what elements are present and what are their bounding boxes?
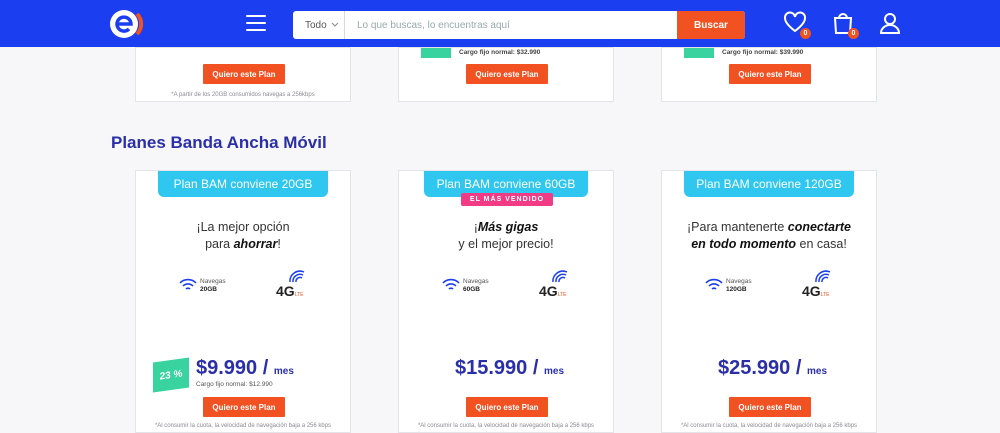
top-plan-card-3: Cargo fijo normal: $39.990 Quiero este P…: [661, 47, 877, 102]
data-allowance-label: Navegas: [726, 278, 752, 285]
top-navigation-bar: Todo Buscar 0 0: [0, 0, 1000, 47]
discount-tag-partial: [421, 48, 451, 58]
headline-text: para: [205, 237, 234, 251]
discount-badge: 23 %: [153, 357, 189, 393]
data-allowance-value: 20GB: [200, 286, 217, 293]
headline-line-1: ¡Más gigas: [399, 219, 613, 236]
bestseller-badge: EL MÁS VENDIDO: [461, 193, 553, 206]
want-plan-button[interactable]: Quiero este Plan: [203, 64, 285, 84]
want-plan-button[interactable]: Quiero este Plan: [466, 397, 548, 417]
plan-footnote: *Al consumir la cuota, la velocidad de n…: [154, 423, 332, 429]
price-period: mes: [273, 366, 294, 377]
headline-text: ¡Para mantenerte: [687, 220, 788, 234]
data-allowance-value: 120GB: [726, 286, 747, 293]
section-title: Planes Banda Ancha Móvil: [111, 133, 327, 152]
plan-price: $9.990 / mes: [196, 357, 294, 380]
chevron-down-icon: [331, 22, 339, 27]
headline-line-1: ¡Para mantenerte conectarte: [662, 219, 876, 236]
account-button[interactable]: [878, 11, 904, 37]
search-category-select[interactable]: Todo: [293, 11, 345, 39]
headline-text: !: [277, 237, 281, 251]
signal-icon: [815, 270, 831, 283]
plan-tag: Plan BAM conviene 20GB: [158, 171, 328, 197]
plan-card-120gb: Plan BAM conviene 120GB ¡Para mantenerte…: [661, 170, 877, 433]
headline-emphasis: conectarte: [787, 220, 851, 234]
plan-headline: ¡La mejor opción para ahorrar!: [136, 219, 350, 253]
want-plan-button[interactable]: Quiero este Plan: [203, 397, 285, 417]
network-4g-label: 4GLTE: [276, 283, 304, 299]
entel-logo[interactable]: [108, 8, 144, 40]
network-4g-label: 4GLTE: [802, 283, 830, 299]
want-plan-button[interactable]: Quiero este Plan: [729, 64, 811, 84]
plan-price: $15.990 / mes: [455, 357, 564, 380]
want-plan-button[interactable]: Quiero este Plan: [466, 64, 548, 84]
price-value: $25.990 /: [718, 357, 802, 379]
data-allowance: Navegas 60GB: [463, 278, 489, 294]
discount-tag-partial: [684, 48, 714, 58]
signal-icon: [552, 270, 568, 283]
search-input[interactable]: [345, 11, 677, 39]
want-plan-button[interactable]: Quiero este Plan: [729, 397, 811, 417]
cart-count-badge: 0: [848, 28, 859, 39]
data-allowance: Navegas 20GB: [200, 278, 226, 294]
network-type: 4G: [539, 283, 558, 299]
user-icon: [879, 13, 901, 34]
search-category-label: Todo: [305, 19, 327, 31]
headline-line-2: en todo momento en casa!: [662, 236, 876, 253]
fixed-charge-text: Cargo fijo normal: $39.990: [722, 49, 804, 56]
data-allowance-label: Navegas: [200, 278, 226, 285]
top-plan-card-1: Quiero este Plan *A partir de los 20GB c…: [135, 47, 351, 102]
plan-price: $25.990 / mes: [718, 357, 827, 380]
plan-footnote: *Al consumir la cuota, la velocidad de n…: [680, 423, 858, 429]
fixed-charge-text: Cargo fijo normal: $12.990: [196, 381, 273, 388]
signal-icon: [289, 270, 305, 283]
favorites-button[interactable]: 0: [783, 11, 811, 39]
data-allowance: Navegas 120GB: [726, 278, 752, 294]
plan-headline: ¡Más gigas y el mejor precio!: [399, 219, 613, 253]
search-bar: Todo Buscar: [293, 11, 745, 39]
wifi-icon: [442, 278, 460, 290]
data-allowance-label: Navegas: [463, 278, 489, 285]
headline-emphasis: ahorrar: [233, 237, 278, 251]
headline-line-1: ¡La mejor opción: [196, 220, 290, 234]
headline-emphasis: Más gigas: [477, 220, 539, 234]
wifi-icon: [705, 278, 723, 290]
cart-button[interactable]: 0: [831, 11, 859, 39]
plan-card-20gb: Plan BAM conviene 20GB ¡La mejor opción …: [135, 170, 351, 433]
search-button[interactable]: Buscar: [677, 11, 745, 39]
network-4g-label: 4GLTE: [539, 283, 567, 299]
favorites-count-badge: 0: [800, 28, 811, 39]
wifi-icon: [179, 278, 197, 290]
top-plan-card-2: Cargo fijo normal: $32.990 Quiero este P…: [398, 47, 614, 102]
plan-footnote: *A partir de los 20GB consumidos navegas…: [171, 92, 315, 98]
hamburger-menu-icon[interactable]: [246, 15, 266, 31]
price-value: $15.990 /: [455, 357, 539, 379]
plan-footnote: *Al consumir la cuota, la velocidad de n…: [417, 423, 595, 429]
plan-card-60gb: Plan BAM conviene 60GB EL MÁS VENDIDO ¡M…: [398, 170, 614, 433]
headline-line-2: para ahorrar!: [136, 236, 350, 253]
price-period: mes: [543, 366, 564, 377]
plan-tag: Plan BAM conviene 120GB: [684, 171, 854, 197]
data-allowance-value: 60GB: [463, 286, 480, 293]
headline-line-2: y el mejor precio!: [458, 237, 554, 251]
fixed-charge-text: Cargo fijo normal: $32.990: [459, 49, 541, 56]
network-type: 4G: [276, 283, 295, 299]
network-subtype: LTE: [820, 292, 830, 298]
network-subtype: LTE: [294, 292, 304, 298]
headline-text: en casa!: [796, 237, 847, 251]
price-value: $9.990 /: [196, 357, 269, 379]
network-type: 4G: [802, 283, 821, 299]
headline-emphasis: en todo momento: [691, 237, 797, 251]
network-subtype: LTE: [557, 292, 567, 298]
plan-headline: ¡Para mantenerte conectarte en todo mome…: [662, 219, 876, 253]
price-period: mes: [806, 366, 827, 377]
